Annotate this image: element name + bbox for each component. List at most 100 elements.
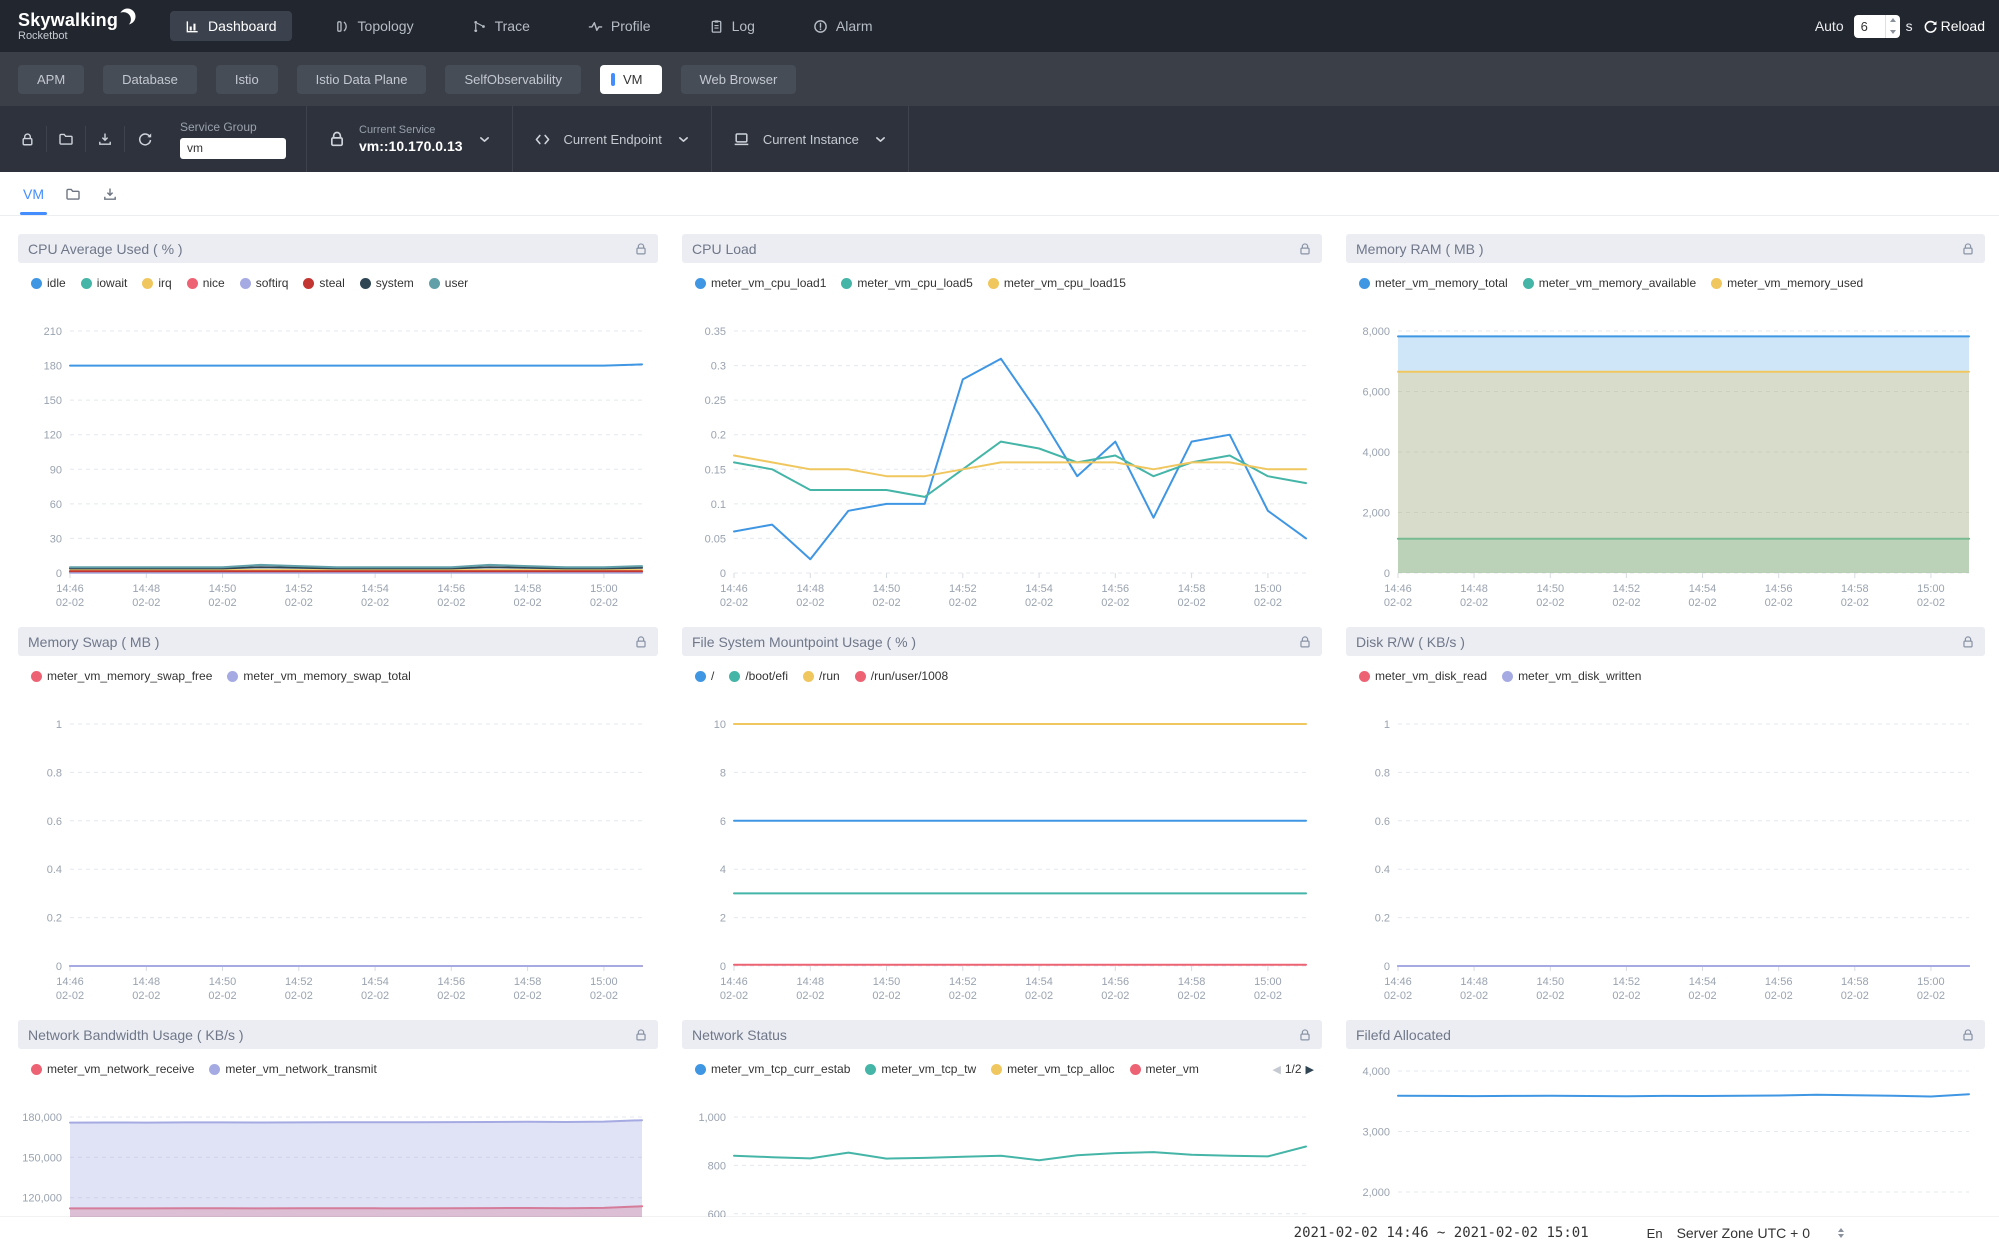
legend-item[interactable]: meter_vm_cpu_load5 [841, 276, 972, 290]
legend-item[interactable]: nice [187, 276, 225, 290]
legend-item[interactable]: softirq [240, 276, 289, 290]
current-instance-selector[interactable]: Current Instance [712, 106, 909, 172]
legend-item[interactable]: meter_vm_tcp_tw [865, 1062, 976, 1076]
import-template-button[interactable] [47, 126, 86, 152]
legend-label: / [711, 669, 714, 683]
legend-item[interactable]: meter_vm_memory_total [1359, 276, 1508, 290]
menu-item-trace[interactable]: Trace [457, 11, 545, 41]
legend-item[interactable]: meter_vm_tcp_alloc [991, 1062, 1114, 1076]
legend-prev-icon[interactable]: ◀ [1272, 1063, 1280, 1076]
svg-text:4: 4 [720, 864, 726, 876]
time-range[interactable]: 2021-02-02 14:46 ~ 2021-02-02 15:01 [1294, 1225, 1589, 1241]
legend-next-icon[interactable]: ▶ [1306, 1063, 1314, 1076]
panel-lock-icon[interactable] [1961, 242, 1975, 256]
legend-item[interactable]: /boot/efi [729, 669, 788, 683]
legend-item[interactable]: meter_vm_tcp_curr_estab [695, 1062, 850, 1076]
svg-text:14:56: 14:56 [1765, 976, 1793, 988]
language-toggle[interactable]: En [1647, 1226, 1663, 1241]
current-service-selector[interactable]: Current Service vm::10.170.0.13 [307, 106, 513, 172]
increment-icon[interactable] [1886, 15, 1900, 27]
log-icon [709, 19, 724, 34]
tab-istio-data-plane[interactable]: Istio Data Plane [297, 65, 427, 94]
legend-item[interactable]: meter_vm_cpu_load15 [988, 276, 1126, 290]
legend-item[interactable]: system [360, 276, 414, 290]
svg-text:02-02: 02-02 [1536, 990, 1564, 1002]
menu-item-profile[interactable]: Profile [573, 11, 666, 41]
tab-web-browser[interactable]: Web Browser [681, 65, 797, 94]
legend-item[interactable]: irq [142, 276, 171, 290]
legend-item[interactable]: meter_vm_network_receive [31, 1062, 194, 1076]
export-template-button[interactable] [86, 126, 125, 152]
legend-item[interactable]: /run [803, 669, 840, 683]
legend-dot [31, 1064, 42, 1075]
legend-item[interactable]: meter_vm_memory_swap_free [31, 669, 212, 683]
chevron-down-icon [677, 133, 690, 146]
panel-lock-icon[interactable] [1298, 242, 1312, 256]
chart-canvas[interactable]: 10.80.60.40.2014:4602-0214:4802-0214:500… [1346, 689, 1985, 1006]
decrement-icon[interactable] [1886, 26, 1900, 38]
chart-canvas[interactable]: 108642014:4602-0214:4802-0214:5002-0214:… [682, 689, 1322, 1006]
zone-increment-icon[interactable] [1838, 1228, 1844, 1232]
chart-legend: meter_vm_memory_swap_free meter_vm_memory… [31, 665, 658, 687]
server-zone-spinner[interactable] [1838, 1228, 1844, 1238]
service-group-input[interactable] [180, 138, 286, 159]
current-endpoint-selector[interactable]: Current Endpoint [513, 106, 712, 172]
legend-item[interactable]: /run/user/1008 [855, 669, 948, 683]
panel-lock-icon[interactable] [1961, 1028, 1975, 1042]
lock-template-button[interactable] [8, 126, 47, 152]
chart-canvas[interactable]: 0.350.30.250.20.150.10.05014:4602-0214:4… [682, 296, 1322, 613]
legend-item[interactable]: idle [31, 276, 66, 290]
tab-database[interactable]: Database [103, 65, 197, 94]
menu-item-dashboard[interactable]: Dashboard [170, 11, 292, 41]
chart-canvas[interactable]: 8,0006,0004,0002,000014:4602-0214:4802-0… [1346, 296, 1985, 613]
panel-lock-icon[interactable] [1298, 1028, 1312, 1042]
export-page-icon[interactable] [102, 186, 118, 202]
legend-dot [988, 278, 999, 289]
legend-item[interactable]: meter_vm_network_transmit [209, 1062, 376, 1076]
menu-item-alarm[interactable]: Alarm [798, 11, 888, 41]
legend-label: meter_vm_memory_swap_free [47, 669, 212, 683]
svg-text:14:48: 14:48 [133, 976, 161, 988]
tab-selfobservability[interactable]: SelfObservability [445, 65, 581, 94]
legend-item[interactable]: meter_vm_memory_used [1711, 276, 1863, 290]
panel-lock-icon[interactable] [1298, 635, 1312, 649]
brand-logo[interactable]: Skywalking Rocketbot [18, 10, 136, 42]
add-page-folder-icon[interactable] [65, 186, 81, 202]
legend-item[interactable]: meter_vm_memory_swap_total [227, 669, 410, 683]
svg-text:02-02: 02-02 [1536, 597, 1564, 609]
svg-text:02-02: 02-02 [1101, 597, 1129, 609]
legend-item[interactable]: steal [303, 276, 344, 290]
panel-lock-icon[interactable] [634, 635, 648, 649]
legend-item[interactable]: user [429, 276, 468, 290]
legend-item[interactable]: iowait [81, 276, 128, 290]
panel-lock-icon[interactable] [634, 1028, 648, 1042]
auto-interval-input[interactable]: 6 [1854, 15, 1900, 38]
legend-item[interactable]: meter_vm_cpu_load1 [695, 276, 826, 290]
legend-item[interactable]: meter_vm_disk_written [1502, 669, 1641, 683]
legend-item[interactable]: meter_vm_memory_available [1523, 276, 1696, 290]
page-tab-vm[interactable]: VM [23, 172, 44, 215]
chevron-down-icon [874, 133, 887, 146]
menu-item-topology[interactable]: Topology [320, 11, 429, 41]
svg-text:0.2: 0.2 [711, 430, 726, 442]
svg-text:4,000: 4,000 [1362, 1066, 1390, 1078]
tab-istio[interactable]: Istio [216, 65, 278, 94]
svg-text:14:46: 14:46 [1384, 976, 1412, 988]
chart-canvas[interactable]: 10.80.60.40.2014:4602-0214:4802-0214:500… [18, 689, 658, 1006]
tab-vm[interactable]: VM [600, 65, 662, 94]
service-lock-icon [328, 130, 346, 148]
dashboard-tabs: APM Database Istio Istio Data Plane Self… [0, 52, 1999, 106]
zone-decrement-icon[interactable] [1838, 1234, 1844, 1238]
legend-item[interactable]: / [695, 669, 714, 683]
menu-item-log[interactable]: Log [694, 11, 770, 41]
legend-item[interactable]: meter_vm_disk_read [1359, 669, 1487, 683]
chart-canvas[interactable]: 210180150120906030014:4602-0214:4802-021… [18, 296, 658, 613]
panel-lock-icon[interactable] [634, 242, 648, 256]
reload-button[interactable]: Reload [1923, 18, 1985, 34]
refresh-templates-button[interactable] [125, 126, 164, 152]
legend-item[interactable]: meter_vm [1130, 1062, 1199, 1076]
panel-lock-icon[interactable] [1961, 635, 1975, 649]
svg-text:02-02: 02-02 [1765, 597, 1793, 609]
tab-apm[interactable]: APM [18, 65, 84, 94]
svg-text:4,000: 4,000 [1362, 447, 1390, 459]
